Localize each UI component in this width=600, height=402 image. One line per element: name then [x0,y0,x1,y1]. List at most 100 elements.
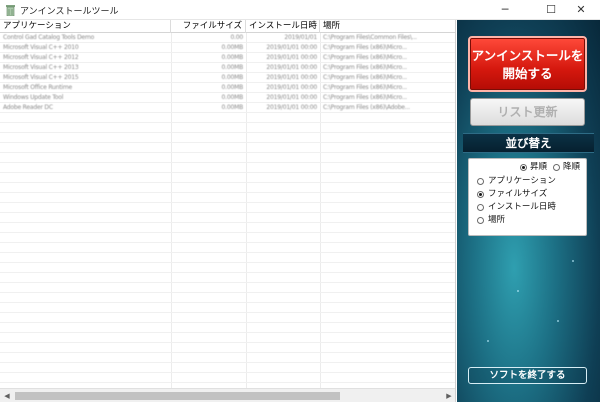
table-cell: Adobe Reader DC [3,104,53,111]
table-cell: Microsoft Visual C++ 2013 [3,64,79,71]
table-cell: Microsoft Visual C++ 2015 [3,74,79,81]
column-header-application[interactable]: アプリケーション [0,20,171,33]
sort-ascending-label[interactable]: 昇順 [530,162,547,172]
table-cell: 2019/01/01 00:00 [266,64,317,71]
table-row [0,303,455,313]
sparkle-decoration [517,290,519,292]
table-cell: 0.00MB [221,44,243,51]
table-cell: 0.00MB [221,64,243,71]
table-cell: 0.00MB [221,84,243,91]
application-list[interactable]: アプリケーション ファイルサイズ インストール日時 場所 Control Gad… [0,20,456,402]
sort-by-location-radio[interactable] [477,217,484,224]
sort-by-file-size-radio[interactable] [477,191,484,198]
table-row[interactable]: Microsoft Visual C++ 2013 0.00MB 2019/01/0… [0,63,455,73]
table-cell: 0.00 [230,34,243,41]
table-row [0,213,455,223]
close-button[interactable]: ✕ [562,0,600,20]
sort-descending-label[interactable]: 降順 [563,162,580,172]
start-uninstall-button[interactable]: アンインストールを 開始する [468,36,587,92]
table-cell: 2019/01/01 00:00 [266,74,317,81]
table-cell: C:\Program Files (x86)\Micro... [323,94,407,101]
table-cell: C:\Program Files (x86)\Micro... [323,54,407,61]
table-cell: 2019/01/01 00:00 [266,84,317,91]
table-row [0,243,455,253]
table-cell: 2019/01/01 00:00 [266,54,317,61]
table-cell: Microsoft Office Runtime [3,84,72,91]
table-row [0,343,455,353]
sort-section-title: 並び替え [463,133,594,153]
table-cell: 0.00MB [221,94,243,101]
sort-by-application-label[interactable]: アプリケーション [488,176,556,186]
sparkle-decoration [557,320,559,322]
scrollbar-thumb[interactable] [15,392,340,400]
table-row[interactable]: Microsoft Visual C++ 2010 0.00MB 2019/01/0… [0,43,455,53]
table-row[interactable]: Microsoft Visual C++ 2015 0.00MB 2019/01/0… [0,73,455,83]
table-cell: Windows Update Tool [3,94,64,101]
table-row [0,203,455,213]
start-uninstall-label-line1: アンインストールを [471,48,584,63]
control-panel: アンインストールを 開始する リスト更新 並び替え 昇順 降順 アプリケーション… [457,20,600,402]
sort-options-box: 昇順 降順 アプリケーション ファイルサイズ インストール日時 場所 [468,158,587,236]
scroll-left-arrow[interactable]: ◀ [0,389,14,402]
trash-can-icon [6,5,15,16]
sort-by-install-date-label[interactable]: インストール日時 [488,202,556,212]
table-row[interactable]: Adobe Reader DC 0.00MB 2019/01/01 00:00 C:\… [0,103,455,113]
sparkle-decoration [487,340,489,342]
exit-software-button[interactable]: ソフトを終了する [468,367,587,384]
table-cell: C:\Program Files (x86)\Micro... [323,64,407,71]
table-row [0,143,455,153]
sort-by-file-size-label[interactable]: ファイルサイズ [488,189,547,199]
column-header-install-date[interactable]: インストール日時 [246,20,320,33]
table-row [0,173,455,183]
list-header: アプリケーション ファイルサイズ インストール日時 場所 [0,20,455,33]
table-cell: Microsoft Visual C++ 2012 [3,54,79,61]
window-title: アンインストールツール [20,7,119,17]
table-cell: Control Gad Catalog Tools Demo [3,34,95,41]
table-row [0,333,455,343]
column-header-location[interactable]: 場所 [320,20,455,33]
sparkle-decoration [572,260,574,262]
table-cell: 2019/01/01 00:00 [266,104,317,111]
table-cell: 0.00MB [221,74,243,81]
table-row [0,363,455,373]
table-cell: 2019/01/01 00:00 [266,44,317,51]
table-row [0,283,455,293]
table-cell: C:\Program Files (x86)\Micro... [323,44,407,51]
table-row [0,323,455,333]
table-row [0,373,455,383]
table-row [0,193,455,203]
table-row [0,313,455,323]
table-row [0,153,455,163]
sort-by-install-date-radio[interactable] [477,204,484,211]
table-cell: C:\Program Files (x86)\Micro... [323,84,407,91]
table-row [0,163,455,173]
list-body: Control Gad Catalog Tools Demo 0.00 2019/0… [0,33,455,389]
scroll-right-arrow[interactable]: ▶ [442,389,455,402]
minimize-button[interactable]: ─ [486,0,524,20]
horizontal-scrollbar[interactable]: ◀ ▶ [0,388,455,402]
table-row [0,183,455,193]
table-cell: C:\Program Files (x86)\Micro... [323,74,407,81]
table-row [0,263,455,273]
table-row [0,133,455,143]
table-cell: C:\Program Files (x86)\Adobe... [323,104,410,111]
refresh-list-button[interactable]: リスト更新 [470,98,585,126]
sort-descending-radio[interactable] [553,164,560,171]
table-row [0,273,455,283]
column-header-file-size[interactable]: ファイルサイズ [171,20,246,33]
table-row[interactable]: Control Gad Catalog Tools Demo 0.00 2019/0… [0,33,455,43]
sort-by-application-radio[interactable] [477,178,484,185]
table-row[interactable]: Microsoft Office Runtime 0.00MB 2019/01/01… [0,83,455,93]
start-uninstall-label-line2: 開始する [502,66,553,81]
table-row [0,293,455,303]
table-cell: C:\Program Files\Common Files\... [323,34,417,41]
sort-ascending-radio[interactable] [520,164,527,171]
table-row[interactable]: Windows Update Tool 0.00MB 2019/01/01 00:0… [0,93,455,103]
table-cell: 0.00MB [221,104,243,111]
table-row[interactable]: Microsoft Visual C++ 2012 0.00MB 2019/01/0… [0,53,455,63]
table-row [0,353,455,363]
table-row [0,223,455,233]
sort-by-location-label[interactable]: 場所 [488,215,505,225]
table-cell: 0.00MB [221,54,243,61]
table-cell: 2019/01/01 00:00 [266,94,317,101]
